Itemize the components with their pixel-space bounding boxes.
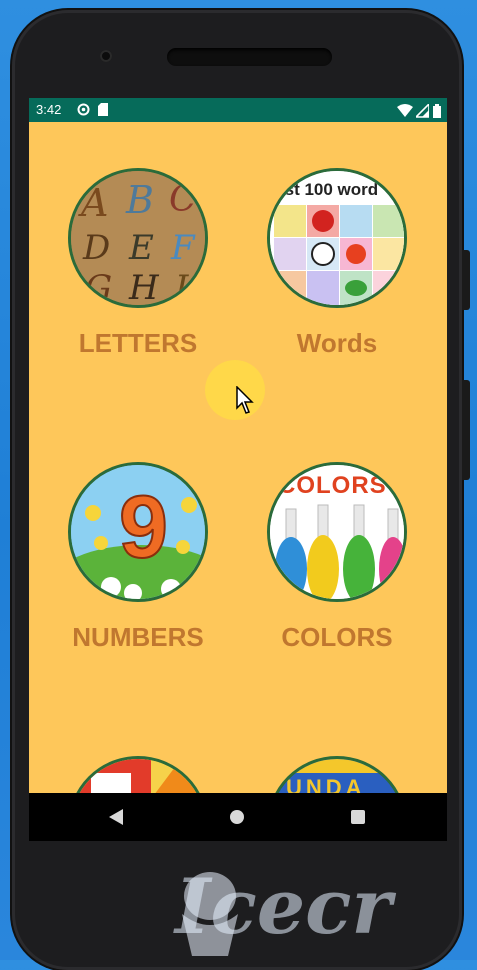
power-button (462, 380, 470, 480)
sync-icon (77, 103, 90, 119)
svg-text:C: C (169, 179, 197, 220)
svg-text:F: F (170, 228, 196, 268)
tile-label-letters: LETTERS (78, 328, 198, 358)
watermark-text: Icecr (175, 862, 392, 951)
tile-colors[interactable]: COLORS COLORS (247, 462, 427, 653)
svg-text:H: H (128, 268, 160, 308)
front-camera (100, 50, 112, 62)
svg-text:9: 9 (119, 477, 168, 576)
mouse-pointer-icon (236, 386, 254, 414)
wifi-icon (396, 103, 413, 117)
number-nine-cartoon-image: 9 (68, 462, 208, 602)
tile-label-numbers: NUMBERS (72, 622, 204, 652)
tile-label-words: Words (296, 328, 378, 358)
signal-icon (414, 101, 431, 118)
app-screen: 3:42 A B C D E F G H I LETTERS rst 100 w… (29, 98, 447, 840)
home-button[interactable] (230, 810, 244, 824)
svg-text:A: A (78, 181, 108, 225)
svg-text:D: D (82, 228, 110, 268)
battery-icon (433, 103, 441, 118)
words-banner-text: rst 100 word (278, 180, 378, 199)
first-100-words-image: rst 100 word (267, 168, 407, 308)
tile-numbers[interactable]: 9 NUMBERS (48, 462, 228, 653)
status-time: 3:42 (36, 102, 62, 117)
navigation-bar (29, 793, 447, 841)
colored-balls-image: COLORS (267, 462, 407, 602)
volume-button (462, 250, 470, 310)
svg-text:E: E (128, 228, 154, 268)
status-right-icons (396, 101, 441, 118)
earpiece-speaker (167, 48, 332, 66)
svg-text:B: B (125, 178, 154, 222)
alphabet-letters-image: A B C D E F G H I (68, 168, 208, 308)
status-bar: 3:42 (29, 98, 447, 122)
svg-text:I: I (174, 268, 189, 308)
recents-button[interactable] (351, 810, 365, 824)
back-button[interactable] (109, 809, 123, 825)
sd-card-icon (98, 103, 108, 119)
colors-banner-text: COLORS (278, 472, 387, 499)
tile-label-colors: COLORS (281, 622, 393, 652)
tile-letters[interactable]: A B C D E F G H I LETTERS (48, 168, 228, 359)
svg-text:G: G (85, 268, 112, 308)
tile-words[interactable]: rst 100 word Words (247, 168, 427, 359)
touch-indicator (205, 360, 265, 420)
